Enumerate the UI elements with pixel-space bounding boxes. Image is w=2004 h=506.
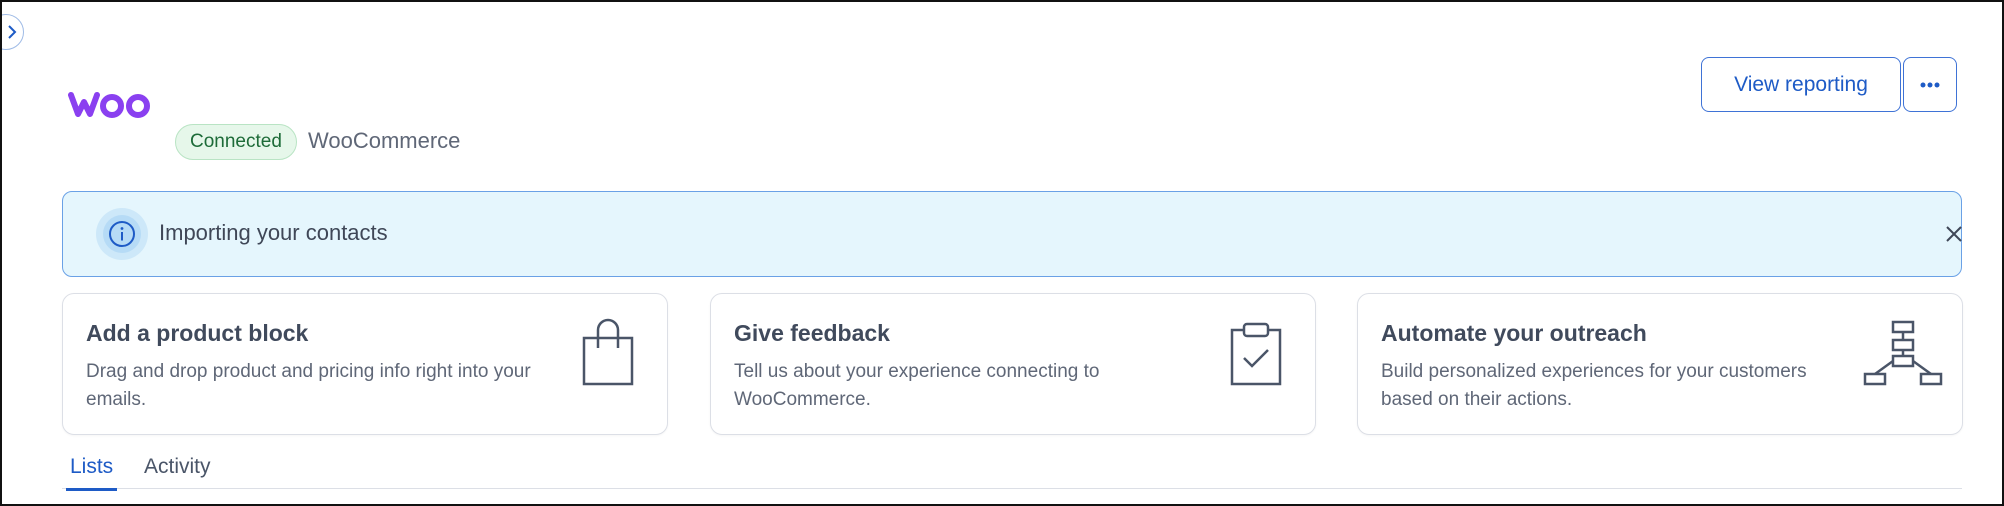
integration-name: WooCommerce xyxy=(308,128,461,153)
info-icon xyxy=(96,208,148,260)
more-options-button[interactable] xyxy=(1903,57,1957,112)
app-frame: Connected WooCommerce View reporting Imp… xyxy=(0,0,2004,506)
flowchart-icon xyxy=(1863,318,1943,388)
card-add-product-block[interactable]: Add a product block Drag and drop produc… xyxy=(62,293,668,435)
tab-activity[interactable]: Activity xyxy=(144,455,211,489)
card-title: Automate your outreach xyxy=(1381,320,1647,346)
more-horizontal-icon xyxy=(1920,82,1940,87)
close-icon xyxy=(1946,226,1962,242)
card-title: Give feedback xyxy=(734,320,890,346)
close-banner-button[interactable] xyxy=(1939,219,1969,249)
banner-message: Importing your contacts xyxy=(159,220,388,245)
expand-sidebar-button[interactable] xyxy=(2,14,24,50)
tab-bar: Lists Activity xyxy=(62,449,1962,491)
shopping-bag-icon xyxy=(573,318,643,388)
chevron-right-icon xyxy=(8,25,17,39)
clipboard-check-icon xyxy=(1221,318,1291,388)
woo-logo xyxy=(68,90,152,125)
status-badge: Connected xyxy=(175,124,297,160)
tab-lists[interactable]: Lists xyxy=(65,455,118,491)
card-description: Build personalized experiences for your … xyxy=(1381,361,1807,410)
card-description: Tell us about your experience connecting… xyxy=(734,361,1100,410)
view-reporting-button[interactable]: View reporting xyxy=(1701,57,1901,112)
card-automate-outreach[interactable]: Automate your outreach Build personalize… xyxy=(1357,293,1963,435)
card-title: Add a product block xyxy=(86,320,309,346)
card-description: Drag and drop product and pricing info r… xyxy=(86,361,531,410)
card-give-feedback[interactable]: Give feedback Tell us about your experie… xyxy=(710,293,1316,435)
import-status-banner: Importing your contacts xyxy=(62,191,1962,277)
